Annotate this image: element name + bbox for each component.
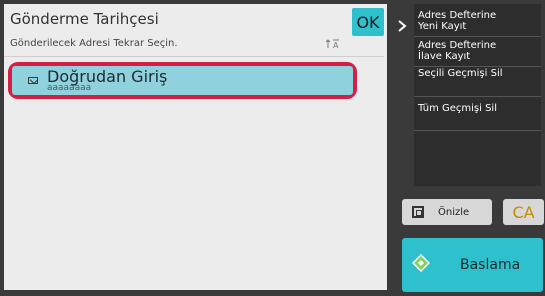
menu-item-line: İlave Kayıt (418, 51, 471, 62)
mail-icon (28, 77, 38, 84)
menu-item-delete-all[interactable]: Tüm Geçmişi Sil (414, 103, 541, 127)
page-title: Gönderme Tarihçesi (10, 10, 159, 28)
menu-item-line: Adres Defterine (418, 40, 497, 51)
start-button[interactable]: Baslama (402, 238, 543, 292)
menu-item-line: Seçili Geçmişi Sil (418, 68, 503, 79)
divider (414, 130, 541, 131)
divider (414, 96, 541, 97)
chevron-right-icon[interactable] (392, 16, 412, 36)
menu-item-line: Adres Defterine (418, 10, 497, 21)
svg-text:A: A (333, 41, 339, 50)
menu-item-line: Tüm Geçmişi Sil (418, 103, 497, 114)
menu-item-new-address[interactable]: Adres Defterine Yeni Kayıt (414, 10, 541, 34)
divider (4, 56, 384, 57)
start-diamond-icon (412, 254, 430, 272)
start-label: Baslama (460, 257, 521, 273)
divider (414, 36, 541, 37)
list-item-address: aaaaaaaa (47, 83, 92, 93)
menu-item-delete-selected[interactable]: Seçili Geçmişi Sil (414, 68, 541, 92)
instruction-text: Gönderilecek Adresi Tekrar Seçin. (10, 38, 178, 49)
clear-all-button[interactable]: CA (503, 199, 544, 225)
preview-label: Önizle (438, 206, 470, 218)
divider (414, 66, 541, 67)
menu-item-line: Yeni Kayıt (418, 21, 467, 32)
sort-az-icon[interactable]: A (325, 38, 344, 53)
preview-icon (412, 206, 424, 218)
menu-item-add-address[interactable]: Adres Defterine İlave Kayıt (414, 40, 541, 64)
list-item[interactable]: Doğrudan Giriş aaaaaaaa (12, 66, 353, 95)
ok-button[interactable]: OK (352, 8, 384, 36)
preview-button[interactable]: Önizle (402, 199, 492, 225)
